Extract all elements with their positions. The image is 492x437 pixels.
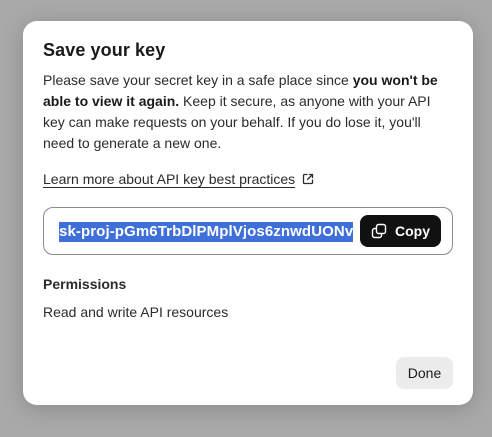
copy-button-label: Copy	[395, 223, 430, 239]
learn-more-link[interactable]: Learn more about API key best practices	[43, 171, 314, 187]
description-text-1: Please save your secret key in a safe pl…	[43, 72, 353, 88]
api-key-text[interactable]: sk-proj-pGm6TrbDlPMplVjos6znwdUONv	[59, 222, 354, 242]
external-link-icon	[302, 173, 314, 185]
permissions-heading: Permissions	[43, 276, 127, 292]
done-button-label: Done	[407, 365, 442, 381]
learn-more-link-label: Learn more about API key best practices	[43, 171, 296, 187]
permissions-value: Read and write API resources	[43, 304, 229, 320]
api-key-text-container[interactable]: sk-proj-pGm6TrbDlPMplVjos6znwdUONv	[59, 222, 355, 242]
save-key-dialog: Save your key Please save your secret ke…	[23, 21, 473, 405]
copy-icon	[371, 223, 387, 239]
dialog-description: Please save your secret key in a safe pl…	[43, 70, 453, 154]
done-button[interactable]: Done	[396, 357, 453, 389]
copy-button[interactable]: Copy	[360, 215, 441, 247]
api-key-field[interactable]: sk-proj-pGm6TrbDlPMplVjos6znwdUONv Copy	[43, 207, 453, 255]
dialog-title: Save your key	[43, 40, 166, 60]
